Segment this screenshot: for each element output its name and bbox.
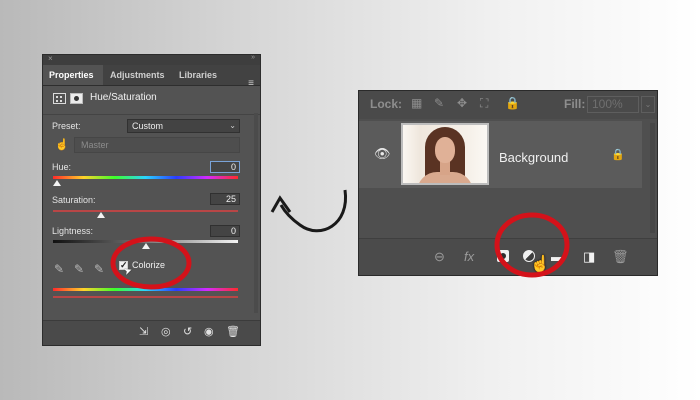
view-previous-state-icon[interactable]: ◎ <box>161 325 171 338</box>
lock-transparent-pixels-icon[interactable]: ▦ <box>411 96 422 110</box>
lock-position-icon[interactable]: ✥ <box>457 96 467 110</box>
lock-all-icon[interactable]: 🔒 <box>505 96 520 110</box>
preset-dropdown[interactable]: Custom ⌄ <box>127 119 240 133</box>
layer-thumbnail <box>401 123 489 185</box>
saturation-slider-thumb[interactable] <box>97 212 105 218</box>
hue-input[interactable]: 0 <box>210 161 240 173</box>
tab-libraries[interactable]: Libraries <box>173 65 223 85</box>
eyedropper-icon[interactable]: ✎ <box>54 262 64 276</box>
lightness-input[interactable]: 0 <box>210 225 240 237</box>
hand-pointer-cursor-icon: ☝ <box>530 256 550 273</box>
lock-label: Lock: <box>370 97 403 111</box>
layer-mask-icon[interactable] <box>70 93 83 104</box>
lock-artboard-icon[interactable]: ⛶ <box>480 96 488 111</box>
adjustment-layer-icon <box>53 93 66 104</box>
saturation-input[interactable]: 25 <box>210 193 240 205</box>
channel-value: Master <box>81 140 109 150</box>
lightness-slider-thumb[interactable] <box>142 243 150 249</box>
lightness-label: Lightness: <box>52 226 94 236</box>
layers-scrollbar[interactable] <box>650 123 655 233</box>
eyedropper-minus-icon[interactable]: ✎ <box>94 262 104 276</box>
new-layer-icon[interactable]: ◨ <box>583 249 595 265</box>
link-layers-icon[interactable]: ⊖ <box>434 249 445 265</box>
divider <box>43 114 260 115</box>
preset-value: Custom <box>132 121 164 131</box>
properties-panel: × » Properties Adjustments Libraries ≡ H… <box>42 54 261 346</box>
input-color-bar <box>53 288 238 291</box>
hue-spectrum-bar <box>53 176 238 179</box>
hue-slider-thumb[interactable] <box>53 180 61 186</box>
visibility-eye-icon[interactable]: ◉ <box>204 325 214 338</box>
layer-lock-icon: 🔒 <box>611 149 625 161</box>
saturation-label: Saturation: <box>52 195 96 205</box>
arrow-head <box>270 195 292 213</box>
delete-adjustment-icon[interactable]: 🗑 <box>226 325 240 338</box>
layer-name[interactable]: Background <box>499 150 568 165</box>
channel-dropdown[interactable]: Master <box>74 137 240 153</box>
panel-menu-icon[interactable]: ≡ <box>248 78 254 89</box>
panel-tabs: Properties Adjustments Libraries ≡ <box>43 65 260 89</box>
hue-label: Hue: <box>52 162 72 172</box>
direction-arrow <box>279 189 347 233</box>
tab-adjustments[interactable]: Adjustments <box>104 65 172 85</box>
panel-scrollbar[interactable] <box>254 113 258 313</box>
lock-image-pixels-icon[interactable]: ✎ <box>434 96 444 110</box>
fill-label: Fill: <box>564 97 586 111</box>
layers-bottom-toolbar: ⊖ fx ☝ ▬ ◨ 🗑 <box>359 238 657 275</box>
reset-icon[interactable]: ↺ <box>183 325 192 338</box>
targeted-adjustment-hand-icon[interactable]: ☝ <box>55 138 69 151</box>
panel-title: Hue/Saturation <box>90 92 157 103</box>
add-layer-style-icon[interactable]: fx <box>464 249 474 264</box>
properties-bottom-toolbar: ⇲ ◎ ↺ ◉ 🗑 <box>43 320 260 345</box>
eyedropper-plus-icon[interactable]: ✎ <box>74 262 84 276</box>
colorize-label: Colorize <box>132 260 166 270</box>
chevron-down-icon: ⌄ <box>229 121 236 130</box>
layer-row-background[interactable]: 👁 Background 🔒 <box>359 121 642 188</box>
new-group-folder-icon[interactable]: ▬ <box>551 249 564 264</box>
saturation-slider-track <box>53 210 238 212</box>
delete-layer-icon[interactable]: 🗑 <box>612 249 629 265</box>
tab-properties[interactable]: Properties <box>43 65 103 85</box>
fill-dropdown-chevron-icon[interactable]: ⌄ <box>641 96 655 113</box>
layer-visibility-eye-icon[interactable]: 👁 <box>374 146 391 162</box>
fill-input[interactable]: 100% <box>587 96 639 113</box>
add-layer-mask-icon[interactable] <box>497 250 509 262</box>
panel-titlebar: × » <box>43 54 260 65</box>
clip-to-layer-icon[interactable]: ⇲ <box>139 325 148 338</box>
preset-label: Preset: <box>52 121 81 131</box>
close-panel-icon[interactable]: × <box>48 54 53 63</box>
layers-panel: Lock: ▦ ✎ ✥ ⛶ 🔒 Fill: 100% ⌄ 👁 Backgroun… <box>358 90 658 276</box>
lock-row: Lock: ▦ ✎ ✥ ⛶ 🔒 Fill: 100% ⌄ <box>359 91 657 119</box>
collapse-panel-icon[interactable]: » <box>251 54 255 61</box>
output-color-bar <box>53 296 238 298</box>
